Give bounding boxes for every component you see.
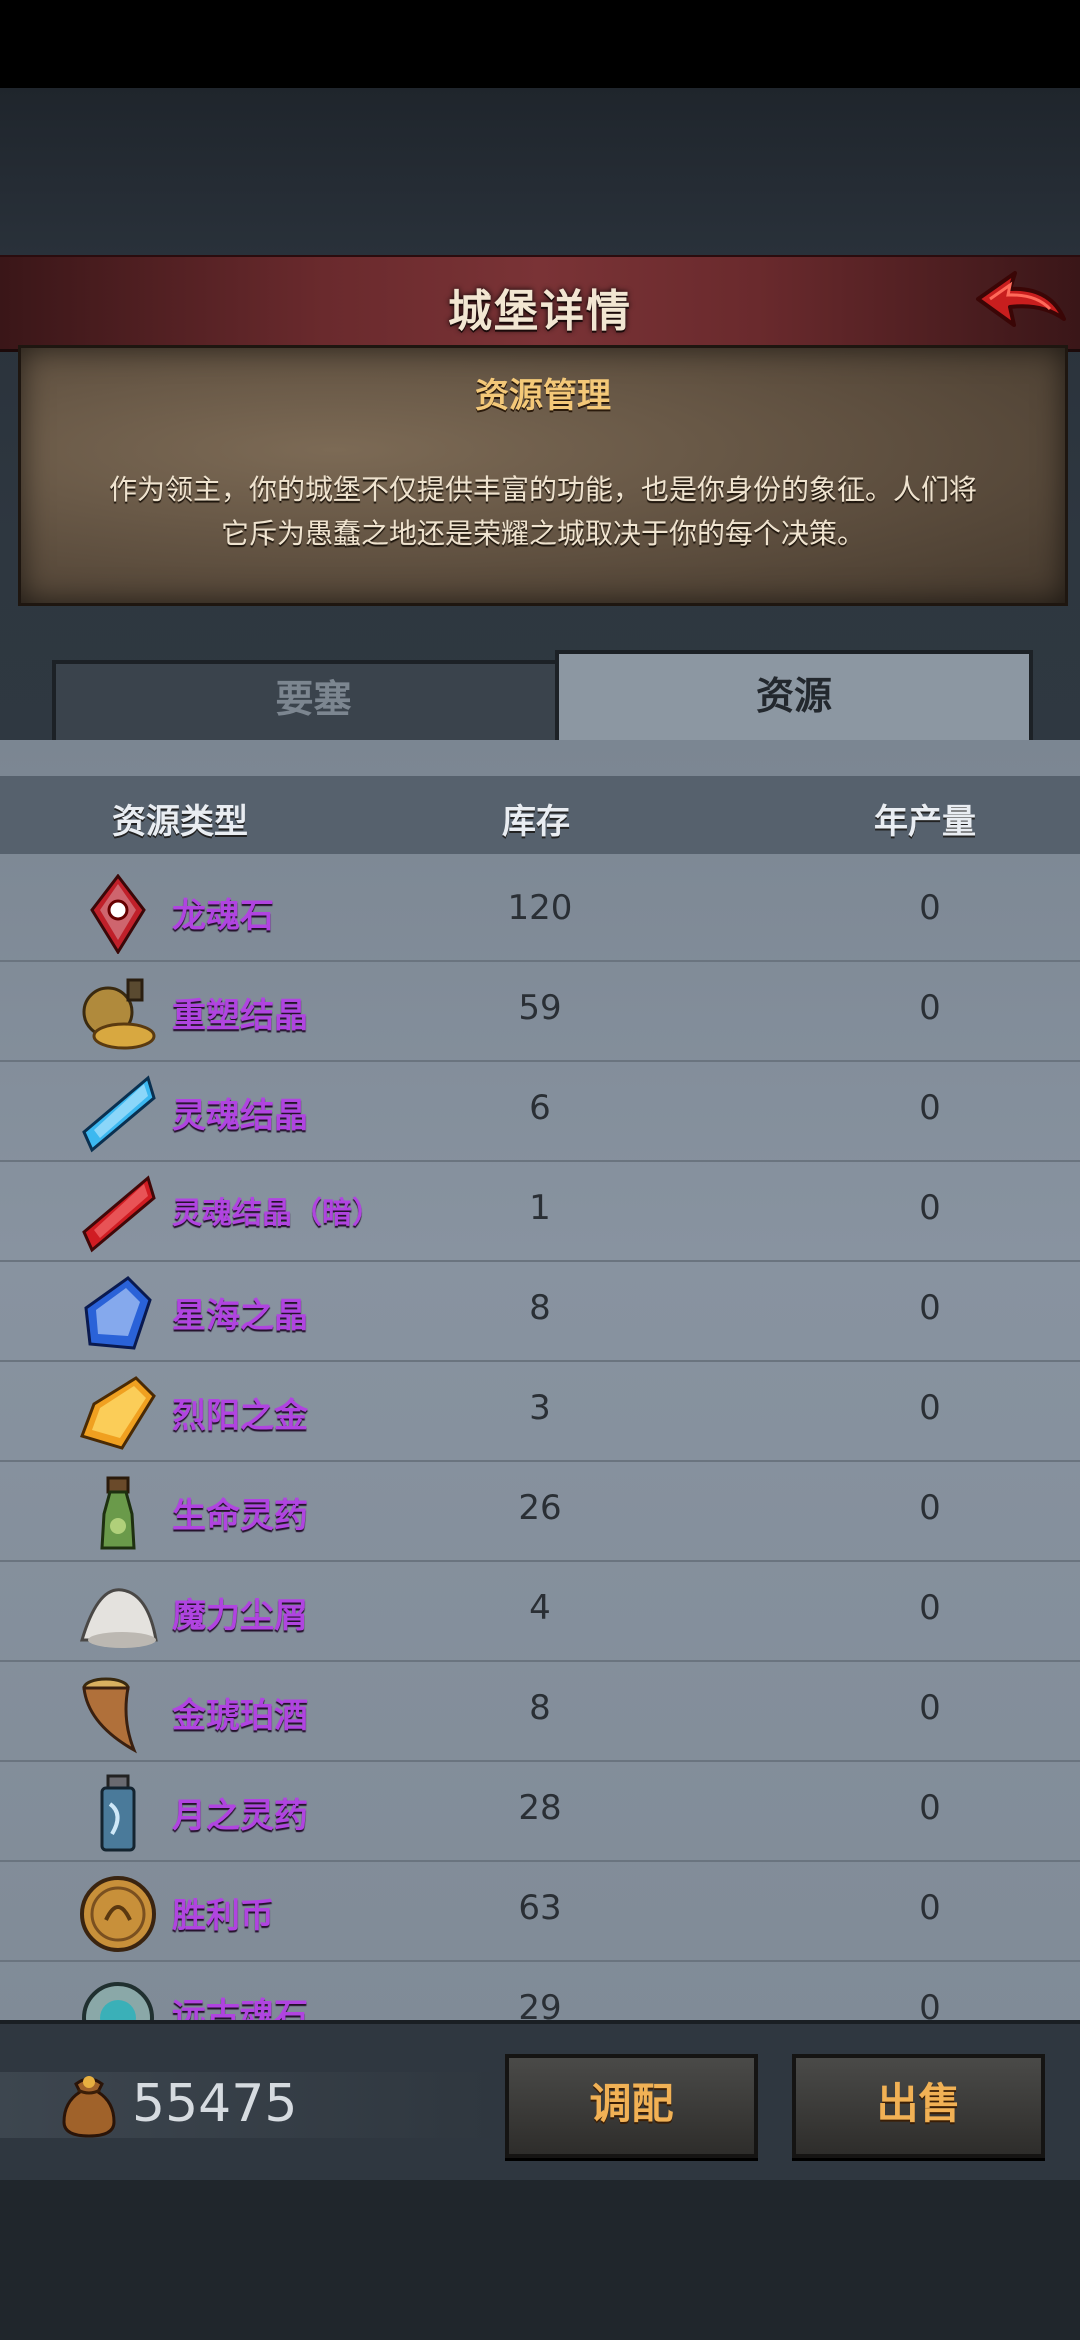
- resource-production: 0: [919, 988, 941, 1028]
- table-row[interactable]: 月之灵药 28 0: [0, 1760, 1080, 1862]
- resource-stock: 59: [518, 988, 562, 1028]
- table-row[interactable]: 重塑结晶 59 0: [0, 960, 1080, 1062]
- intro-title: 资源管理: [475, 376, 611, 416]
- resource-stock: 63: [518, 1888, 562, 1928]
- intro-panel: 资源管理 作为领主，你的城堡不仅提供丰富的功能，也是你身份的象征。人们将 它斥为…: [18, 345, 1068, 606]
- status-bar: [0, 0, 1080, 88]
- resource-production: 0: [919, 1388, 941, 1428]
- tab-bar: 要塞 资源: [40, 650, 1040, 746]
- table-row[interactable]: 生命灵药 26 0: [0, 1460, 1080, 1562]
- resource-production: 0: [919, 888, 941, 928]
- sell-button[interactable]: 出售: [792, 2054, 1045, 2158]
- resource-stock: 1: [529, 1188, 551, 1228]
- resource-stock: 28: [518, 1788, 562, 1828]
- resource-name: 烈阳之金: [172, 1396, 308, 1436]
- magic-dust-icon: [79, 1588, 158, 1648]
- action-bar: 55475 调配 出售: [0, 2020, 1080, 2184]
- resource-stock: 6: [529, 1088, 551, 1128]
- resource-name: 龙魂石: [172, 896, 274, 936]
- resource-table[interactable]: 资源类型 库存 年产量 龙魂石 120 0 重塑结晶 59 0 灵魂结晶 6 0: [0, 740, 1080, 2030]
- dragon-soul-stone-icon: [90, 874, 146, 954]
- table-row[interactable]: 金琥珀酒 8 0: [0, 1660, 1080, 1762]
- title-bar: 城堡详情: [0, 255, 1080, 352]
- victory-coin-icon: [80, 1876, 156, 1952]
- recast-crystal-icon: [82, 978, 156, 1050]
- resource-stock: 8: [529, 1288, 551, 1328]
- resource-name: 重塑结晶: [172, 996, 308, 1036]
- gold-sack-icon: [62, 2076, 116, 2138]
- resource-production: 0: [919, 1188, 941, 1228]
- table-header: 资源类型 库存 年产量: [0, 776, 1080, 854]
- resource-production: 0: [919, 1488, 941, 1528]
- resource-production: 0: [919, 1288, 941, 1328]
- resource-production: 0: [919, 1588, 941, 1628]
- table-row[interactable]: 烈阳之金 3 0: [0, 1360, 1080, 1462]
- resource-name: 胜利币: [172, 1896, 274, 1936]
- tab-resources[interactable]: 资源: [555, 650, 1033, 742]
- resource-name: 灵魂结晶: [172, 1096, 308, 1136]
- column-header-type: 资源类型: [112, 802, 248, 842]
- resource-stock: 3: [529, 1388, 551, 1428]
- resource-production: 0: [919, 1088, 941, 1128]
- blazing-sun-gold-icon: [80, 1376, 156, 1450]
- resource-production: 0: [919, 1888, 941, 1928]
- resource-stock: 8: [529, 1688, 551, 1728]
- resource-stock: 4: [529, 1588, 551, 1628]
- golden-amber-wine-icon: [82, 1677, 137, 1754]
- bottom-area: [0, 2180, 1080, 2340]
- resource-name: 金琥珀酒: [172, 1696, 308, 1736]
- resource-stock: 120: [507, 888, 573, 928]
- resource-name: 灵魂结晶（暗）: [172, 1196, 382, 1231]
- moon-elixir-icon: [100, 1774, 136, 1852]
- table-row[interactable]: 灵魂结晶 6 0: [0, 1060, 1080, 1162]
- resource-production: 0: [919, 1788, 941, 1828]
- page-title: 城堡详情: [448, 286, 632, 337]
- table-row[interactable]: 魔力尘屑 4 0: [0, 1560, 1080, 1662]
- resource-name: 星海之晶: [172, 1296, 308, 1336]
- tab-fortress[interactable]: 要塞: [52, 660, 575, 746]
- table-row[interactable]: 龙魂石 120 0: [0, 860, 1080, 962]
- back-arrow-icon[interactable]: [970, 269, 1070, 339]
- resource-name: 生命灵药: [172, 1496, 308, 1536]
- intro-text: 作为领主，你的城堡不仅提供丰富的功能，也是你身份的象征。人们将 它斥为愚蠢之地还…: [61, 468, 1025, 556]
- column-header-production: 年产量: [874, 802, 976, 842]
- gold-amount: 55475: [132, 2074, 298, 2134]
- resource-production: 0: [919, 1688, 941, 1728]
- table-row[interactable]: 灵魂结晶（暗） 1 0: [0, 1160, 1080, 1262]
- column-header-stock: 库存: [502, 802, 570, 842]
- resource-stock: 26: [518, 1488, 562, 1528]
- life-elixir-icon: [100, 1476, 136, 1550]
- table-row[interactable]: 星海之晶 8 0: [0, 1260, 1080, 1362]
- soul-crystal-icon: [82, 1075, 156, 1153]
- resource-name: 月之灵药: [172, 1796, 308, 1836]
- resource-name: 魔力尘屑: [172, 1596, 308, 1636]
- allot-button[interactable]: 调配: [505, 2054, 758, 2158]
- table-row[interactable]: 胜利币 63 0: [0, 1860, 1080, 1962]
- intro-text-line: 作为领主，你的城堡不仅提供丰富的功能，也是你身份的象征。人们将: [108, 473, 977, 506]
- star-sea-crystal-icon: [84, 1276, 152, 1350]
- intro-text-line: 它斥为愚蠢之地还是荣耀之城取决于你的每个决策。: [220, 517, 865, 550]
- dark-soul-crystal-icon: [82, 1175, 156, 1253]
